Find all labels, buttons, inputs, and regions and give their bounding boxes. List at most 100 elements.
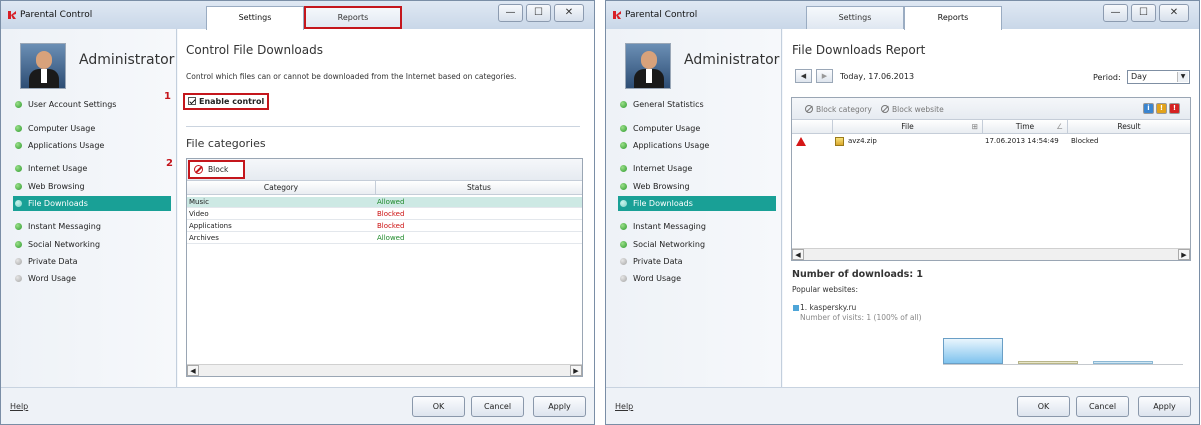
app-title: Parental Control xyxy=(625,10,698,20)
footer: Help OK Cancel Apply xyxy=(1,387,594,424)
column-header-category[interactable]: Category xyxy=(187,181,375,195)
status-dot-icon xyxy=(620,125,627,132)
sidebar-item-computer-usage[interactable]: Computer Usage xyxy=(15,121,175,136)
chart-baseline xyxy=(943,364,1183,365)
block-website-button[interactable]: Block website xyxy=(881,105,944,114)
tab-settings[interactable]: Settings xyxy=(206,6,304,30)
sidebar-item-social-networking[interactable]: Social Networking xyxy=(620,237,780,252)
tab-reports[interactable]: Reports xyxy=(904,6,1002,30)
sidebar-item-applications-usage[interactable]: Applications Usage xyxy=(15,138,175,153)
status-dot-icon xyxy=(620,101,627,108)
table-row[interactable]: avz4.zip 17.06.2013 14:54:49 Blocked xyxy=(792,136,1190,147)
cancel-button[interactable]: Cancel xyxy=(1076,396,1129,417)
column-header-file[interactable]: File ⊞ xyxy=(832,120,982,134)
archive-file-icon xyxy=(835,137,844,146)
sidebar-item-instant-messaging[interactable]: Instant Messaging xyxy=(15,219,175,234)
help-link[interactable]: Help xyxy=(10,402,28,411)
table-row[interactable]: Archives Allowed xyxy=(187,233,582,244)
status-dot-icon xyxy=(620,142,627,149)
info-filter-icon[interactable]: i xyxy=(1143,103,1154,114)
cancel-button[interactable]: Cancel xyxy=(471,396,524,417)
popular-websites-label: Popular websites: xyxy=(792,285,858,294)
column-header-time[interactable]: Time ∠ xyxy=(982,120,1067,134)
downloads-count: Number of downloads: 1 xyxy=(792,269,924,280)
sidebar-item-word-usage[interactable]: Word Usage xyxy=(620,271,780,286)
sidebar-item-general-statistics[interactable]: General Statistics xyxy=(620,97,780,112)
maximize-button[interactable]: ☐ xyxy=(526,4,551,22)
sidebar-item-private-data[interactable]: Private Data xyxy=(620,254,780,269)
horizontal-scrollbar[interactable]: ◀ ▶ xyxy=(792,248,1190,260)
sidebar-item-file-downloads[interactable]: File Downloads xyxy=(13,196,171,211)
table-row[interactable]: Music Allowed xyxy=(187,197,582,208)
tab-reports[interactable]: Reports xyxy=(304,6,402,29)
help-link[interactable]: Help xyxy=(615,402,633,411)
sidebar-item-web-browsing[interactable]: Web Browsing xyxy=(620,179,780,194)
block-button[interactable]: Block xyxy=(188,160,245,179)
sidebar-item-applications-usage[interactable]: Applications Usage xyxy=(620,138,780,153)
kaspersky-logo-icon xyxy=(8,11,16,19)
sidebar-item-internet-usage[interactable]: Internet Usage xyxy=(620,161,780,176)
sidebar: Administrator General Statistics Compute… xyxy=(606,29,782,389)
next-period-button[interactable]: ▶ xyxy=(816,69,833,83)
site-name[interactable]: 1. kaspersky.ru xyxy=(800,303,856,312)
column-options-icon[interactable]: ⊞ xyxy=(972,120,978,133)
ok-button[interactable]: OK xyxy=(1017,396,1070,417)
status-dot-icon xyxy=(620,200,627,207)
sidebar-item-social-networking[interactable]: Social Networking xyxy=(15,237,175,252)
checkbox-checked-icon xyxy=(188,97,196,105)
settings-window: Parental Control Settings Reports 3 — ☐ … xyxy=(0,0,595,425)
enable-control-checkbox[interactable]: Enable control xyxy=(183,93,270,110)
apply-button[interactable]: Apply xyxy=(533,396,586,417)
horizontal-scrollbar[interactable]: ◀ ▶ xyxy=(187,364,582,376)
title-bar: Parental Control Settings Reports 3 — ☐ … xyxy=(1,1,594,30)
critical-filter-icon[interactable]: ! xyxy=(1169,103,1180,114)
file-categories-title: File categories xyxy=(186,137,266,150)
sidebar-item-private-data[interactable]: Private Data xyxy=(15,254,175,269)
scroll-right-icon[interactable]: ▶ xyxy=(570,365,582,376)
maximize-button[interactable]: ☐ xyxy=(1131,4,1156,22)
status-dot-icon xyxy=(15,165,22,172)
annotation-marker-1: 1 xyxy=(164,91,171,102)
scroll-left-icon[interactable]: ◀ xyxy=(792,249,804,260)
ok-button[interactable]: OK xyxy=(412,396,465,417)
warning-filter-icon[interactable]: ! xyxy=(1156,103,1167,114)
sort-icon: ∠ xyxy=(1056,122,1063,131)
minimize-button[interactable]: — xyxy=(498,4,523,22)
minimize-button[interactable]: — xyxy=(1103,4,1128,22)
report-content: File Downloads Report ◀ ▶ Today, 17.06.2… xyxy=(783,29,1199,389)
report-date: Today, 17.06.2013 xyxy=(840,72,915,81)
categories-table: Block Category Status Music Allowed Video… xyxy=(186,158,583,377)
sidebar-item-instant-messaging[interactable]: Instant Messaging xyxy=(620,219,780,234)
chevron-down-icon: ▼ xyxy=(1177,72,1188,82)
scroll-left-icon[interactable]: ◀ xyxy=(187,365,199,376)
sidebar-item-word-usage[interactable]: Word Usage xyxy=(15,271,175,286)
table-row[interactable]: Applications Blocked xyxy=(187,221,582,232)
close-button[interactable]: ✕ xyxy=(554,4,584,22)
sidebar-item-user-account-settings[interactable]: User Account Settings xyxy=(15,97,175,112)
visits-bar-chart xyxy=(943,329,1183,365)
sidebar-item-web-browsing[interactable]: Web Browsing xyxy=(15,179,175,194)
legend-swatch xyxy=(793,305,799,311)
column-header-status[interactable]: Status xyxy=(375,181,582,195)
table-toolbar: Block xyxy=(187,159,582,181)
scroll-right-icon[interactable]: ▶ xyxy=(1178,249,1190,260)
apply-button[interactable]: Apply xyxy=(1138,396,1191,417)
block-category-button[interactable]: Block category xyxy=(805,105,872,114)
period-select[interactable]: Day ▼ xyxy=(1127,70,1190,84)
status-dot-icon xyxy=(620,241,627,248)
annotation-marker-2: 2 xyxy=(166,158,173,169)
status-dot-icon xyxy=(15,258,22,265)
sidebar-item-internet-usage[interactable]: Internet Usage xyxy=(15,161,175,176)
status-dot-icon xyxy=(15,142,22,149)
block-icon xyxy=(805,105,813,113)
tab-settings[interactable]: Settings xyxy=(806,6,904,29)
previous-period-button[interactable]: ◀ xyxy=(795,69,812,83)
sidebar-item-computer-usage[interactable]: Computer Usage xyxy=(620,121,780,136)
column-header-result[interactable]: Result xyxy=(1067,120,1190,134)
close-button[interactable]: ✕ xyxy=(1159,4,1189,22)
column-header-icon xyxy=(792,120,832,134)
table-row[interactable]: Video Blocked xyxy=(187,209,582,220)
visits-bar xyxy=(943,338,1003,364)
sidebar-item-file-downloads[interactable]: File Downloads xyxy=(618,196,776,211)
settings-content: Control File Downloads Control which fil… xyxy=(178,29,594,389)
